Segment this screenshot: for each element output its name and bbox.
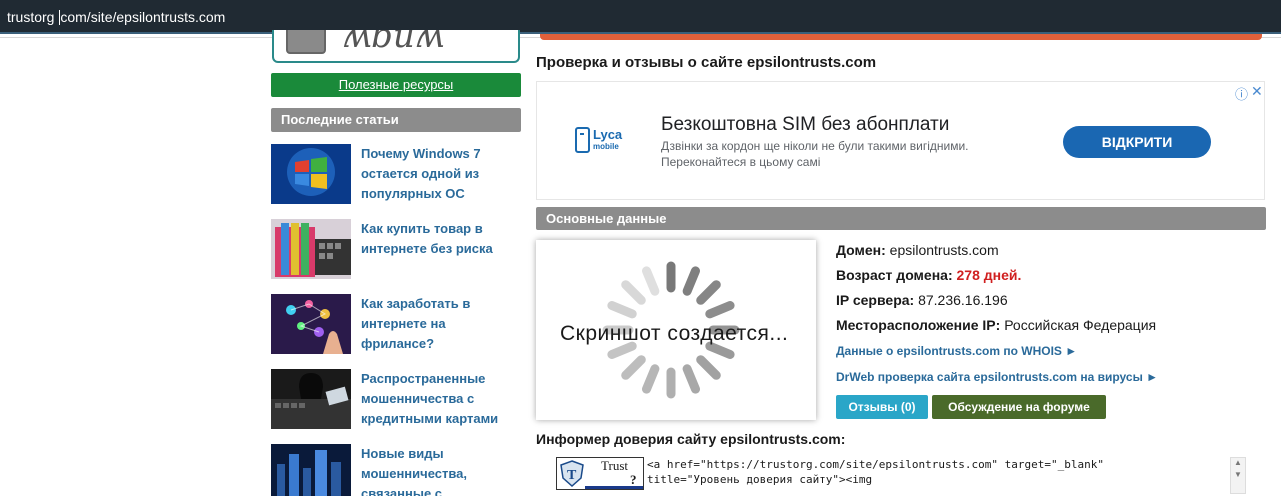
credit-cards-thumbnail[interactable] <box>271 219 351 279</box>
article-title[interactable]: Как купить товар в интернете без риска <box>361 219 521 259</box>
address-bar[interactable]: trustorg com/site/epsilontrusts.com <box>0 0 1281 34</box>
spinner-segment <box>607 341 637 359</box>
domain-row: Домен: epsilontrusts.com <box>836 242 999 258</box>
url-part-1: trustorg <box>7 9 59 25</box>
article-title[interactable]: Новые виды мошенничества, связанные с <box>361 444 521 496</box>
domain-value: epsilontrusts.com <box>889 242 999 258</box>
spinner-segment <box>682 266 700 296</box>
ad-open-button[interactable]: ВІДКРИТИ <box>1063 126 1211 158</box>
basic-data-header: Основные данные <box>536 207 1266 230</box>
advertisement[interactable]: Lyca mobile Безкоштовна SIM без абонплат… <box>536 81 1265 200</box>
domain-age-value: 278 дней. <box>956 267 1022 283</box>
main-content: Проверка и отзывы о сайте epsilontrusts.… <box>536 34 1266 496</box>
spinner-segment <box>621 355 646 380</box>
article-title[interactable]: Как заработать в интернете на фрилансе? <box>361 294 521 354</box>
article-item[interactable]: Распространенные мошенничества с кредитн… <box>271 369 521 431</box>
site-screenshot-placeholder: Скриншот создается... <box>536 240 816 420</box>
whois-link[interactable]: Данные о epsilontrusts.com по WHOIS ► <box>836 344 1077 358</box>
ad-description-line1: Дзвінки за кордон ще ніколи не були таки… <box>661 139 969 153</box>
article-title[interactable]: Распространенные мошенничества с кредитн… <box>361 369 521 429</box>
url-part-2: com/site/epsilontrusts.com <box>60 9 226 25</box>
article-item[interactable]: Новые виды мошенничества, связанные с <box>271 444 521 496</box>
ad-info-icon[interactable]: ⓘ <box>1235 84 1248 103</box>
scroll-down-icon[interactable]: ▼ <box>1234 470 1242 479</box>
shield-icon: T <box>560 460 584 487</box>
spinner-segment <box>642 364 660 394</box>
reviews-button[interactable]: Отзывы (0) <box>836 395 928 419</box>
spinner-segment <box>682 364 700 394</box>
ad-brand-top: Lyca <box>593 127 623 142</box>
spinner-segment <box>696 355 721 380</box>
ad-brand-bottom: mobile <box>593 142 619 151</box>
hacker-thumbnail[interactable] <box>271 369 351 429</box>
domain-label: Домен: <box>836 242 886 258</box>
textarea-scrollbar[interactable]: ▲ ▼ <box>1230 457 1246 494</box>
logo-script: ʍbuʍ <box>342 30 444 56</box>
recent-articles-header: Последние статьи <box>271 108 521 132</box>
informer-code-textarea[interactable]: <a href="https://trustorg.com/site/epsil… <box>645 457 1245 496</box>
freelance-thumbnail[interactable] <box>271 294 351 354</box>
spinner-segment <box>621 280 646 305</box>
article-title[interactable]: Почему Windows 7 остается одной из попул… <box>361 144 521 204</box>
article-item[interactable]: Почему Windows 7 остается одной из попул… <box>271 144 521 206</box>
spinner-segment <box>705 301 735 319</box>
page-title: Проверка и отзывы о сайте epsilontrusts.… <box>536 54 877 71</box>
spinner-segment <box>696 280 721 305</box>
url-text[interactable]: trustorg com/site/epsilontrusts.com <box>7 9 225 25</box>
useful-resources-button[interactable]: Полезные ресурсы <box>271 73 521 97</box>
badge-bar <box>585 486 643 489</box>
article-item[interactable]: Как заработать в интернете на фрилансе? <box>271 294 521 356</box>
article-item[interactable]: Как купить товар в интернете без риска <box>271 219 521 281</box>
trust-badge[interactable]: T Trust ? <box>556 457 644 490</box>
spinner-segment <box>607 301 637 319</box>
svg-text:T: T <box>567 468 577 483</box>
informer-heading: Информер доверия сайту epsilontrusts.com… <box>536 431 846 447</box>
lycamobile-logo[interactable]: Lyca mobile <box>575 124 623 158</box>
ip-location-row: Месторасположение IP: Российская Федерац… <box>836 317 1156 333</box>
orange-banner-strip <box>540 34 1262 40</box>
ad-description-line2: Переконайтеся в цьому самі <box>661 155 821 169</box>
drweb-link[interactable]: DrWeb проверка сайта epsilontrusts.com н… <box>836 370 1158 384</box>
scroll-up-icon[interactable]: ▲ <box>1234 458 1242 467</box>
server-ip-value: 87.236.16.196 <box>918 292 1008 308</box>
spinner-segment <box>642 266 660 296</box>
server-ip-label: IP сервера: <box>836 292 915 308</box>
badge-word: Trust <box>601 458 628 473</box>
spinner-segment <box>705 341 735 359</box>
windows-logo-thumbnail[interactable] <box>271 144 351 204</box>
site-logo[interactable]: ʍbuʍ <box>272 30 520 63</box>
server-ip-row: IP сервера: 87.236.16.196 <box>836 292 1008 308</box>
forum-discussion-button[interactable]: Обсуждение на форуме <box>932 395 1106 419</box>
ip-location-value: Российская Федерация <box>1004 317 1157 333</box>
sidebar: ʍbuʍ Полезные ресурсы Последние статьи П… <box>262 30 524 496</box>
ip-location-label: Месторасположение IP: <box>836 317 1001 333</box>
logo-graphic <box>286 30 326 54</box>
code-line-2: title="Уровень доверия сайту"><img <box>647 473 873 486</box>
ad-close-icon[interactable]: ✕ <box>1251 83 1263 100</box>
digital-city-thumbnail[interactable] <box>271 444 351 496</box>
code-line-1: <a href="https://trustorg.com/site/epsil… <box>647 458 1104 471</box>
domain-age-row: Возраст домена: 278 дней. <box>836 267 1021 283</box>
domain-age-label: Возраст домена: <box>836 267 953 283</box>
ad-title[interactable]: Безкоштовна SIM без абонплати <box>661 114 949 136</box>
screenshot-status-text: Скриншот создается... <box>560 322 789 345</box>
